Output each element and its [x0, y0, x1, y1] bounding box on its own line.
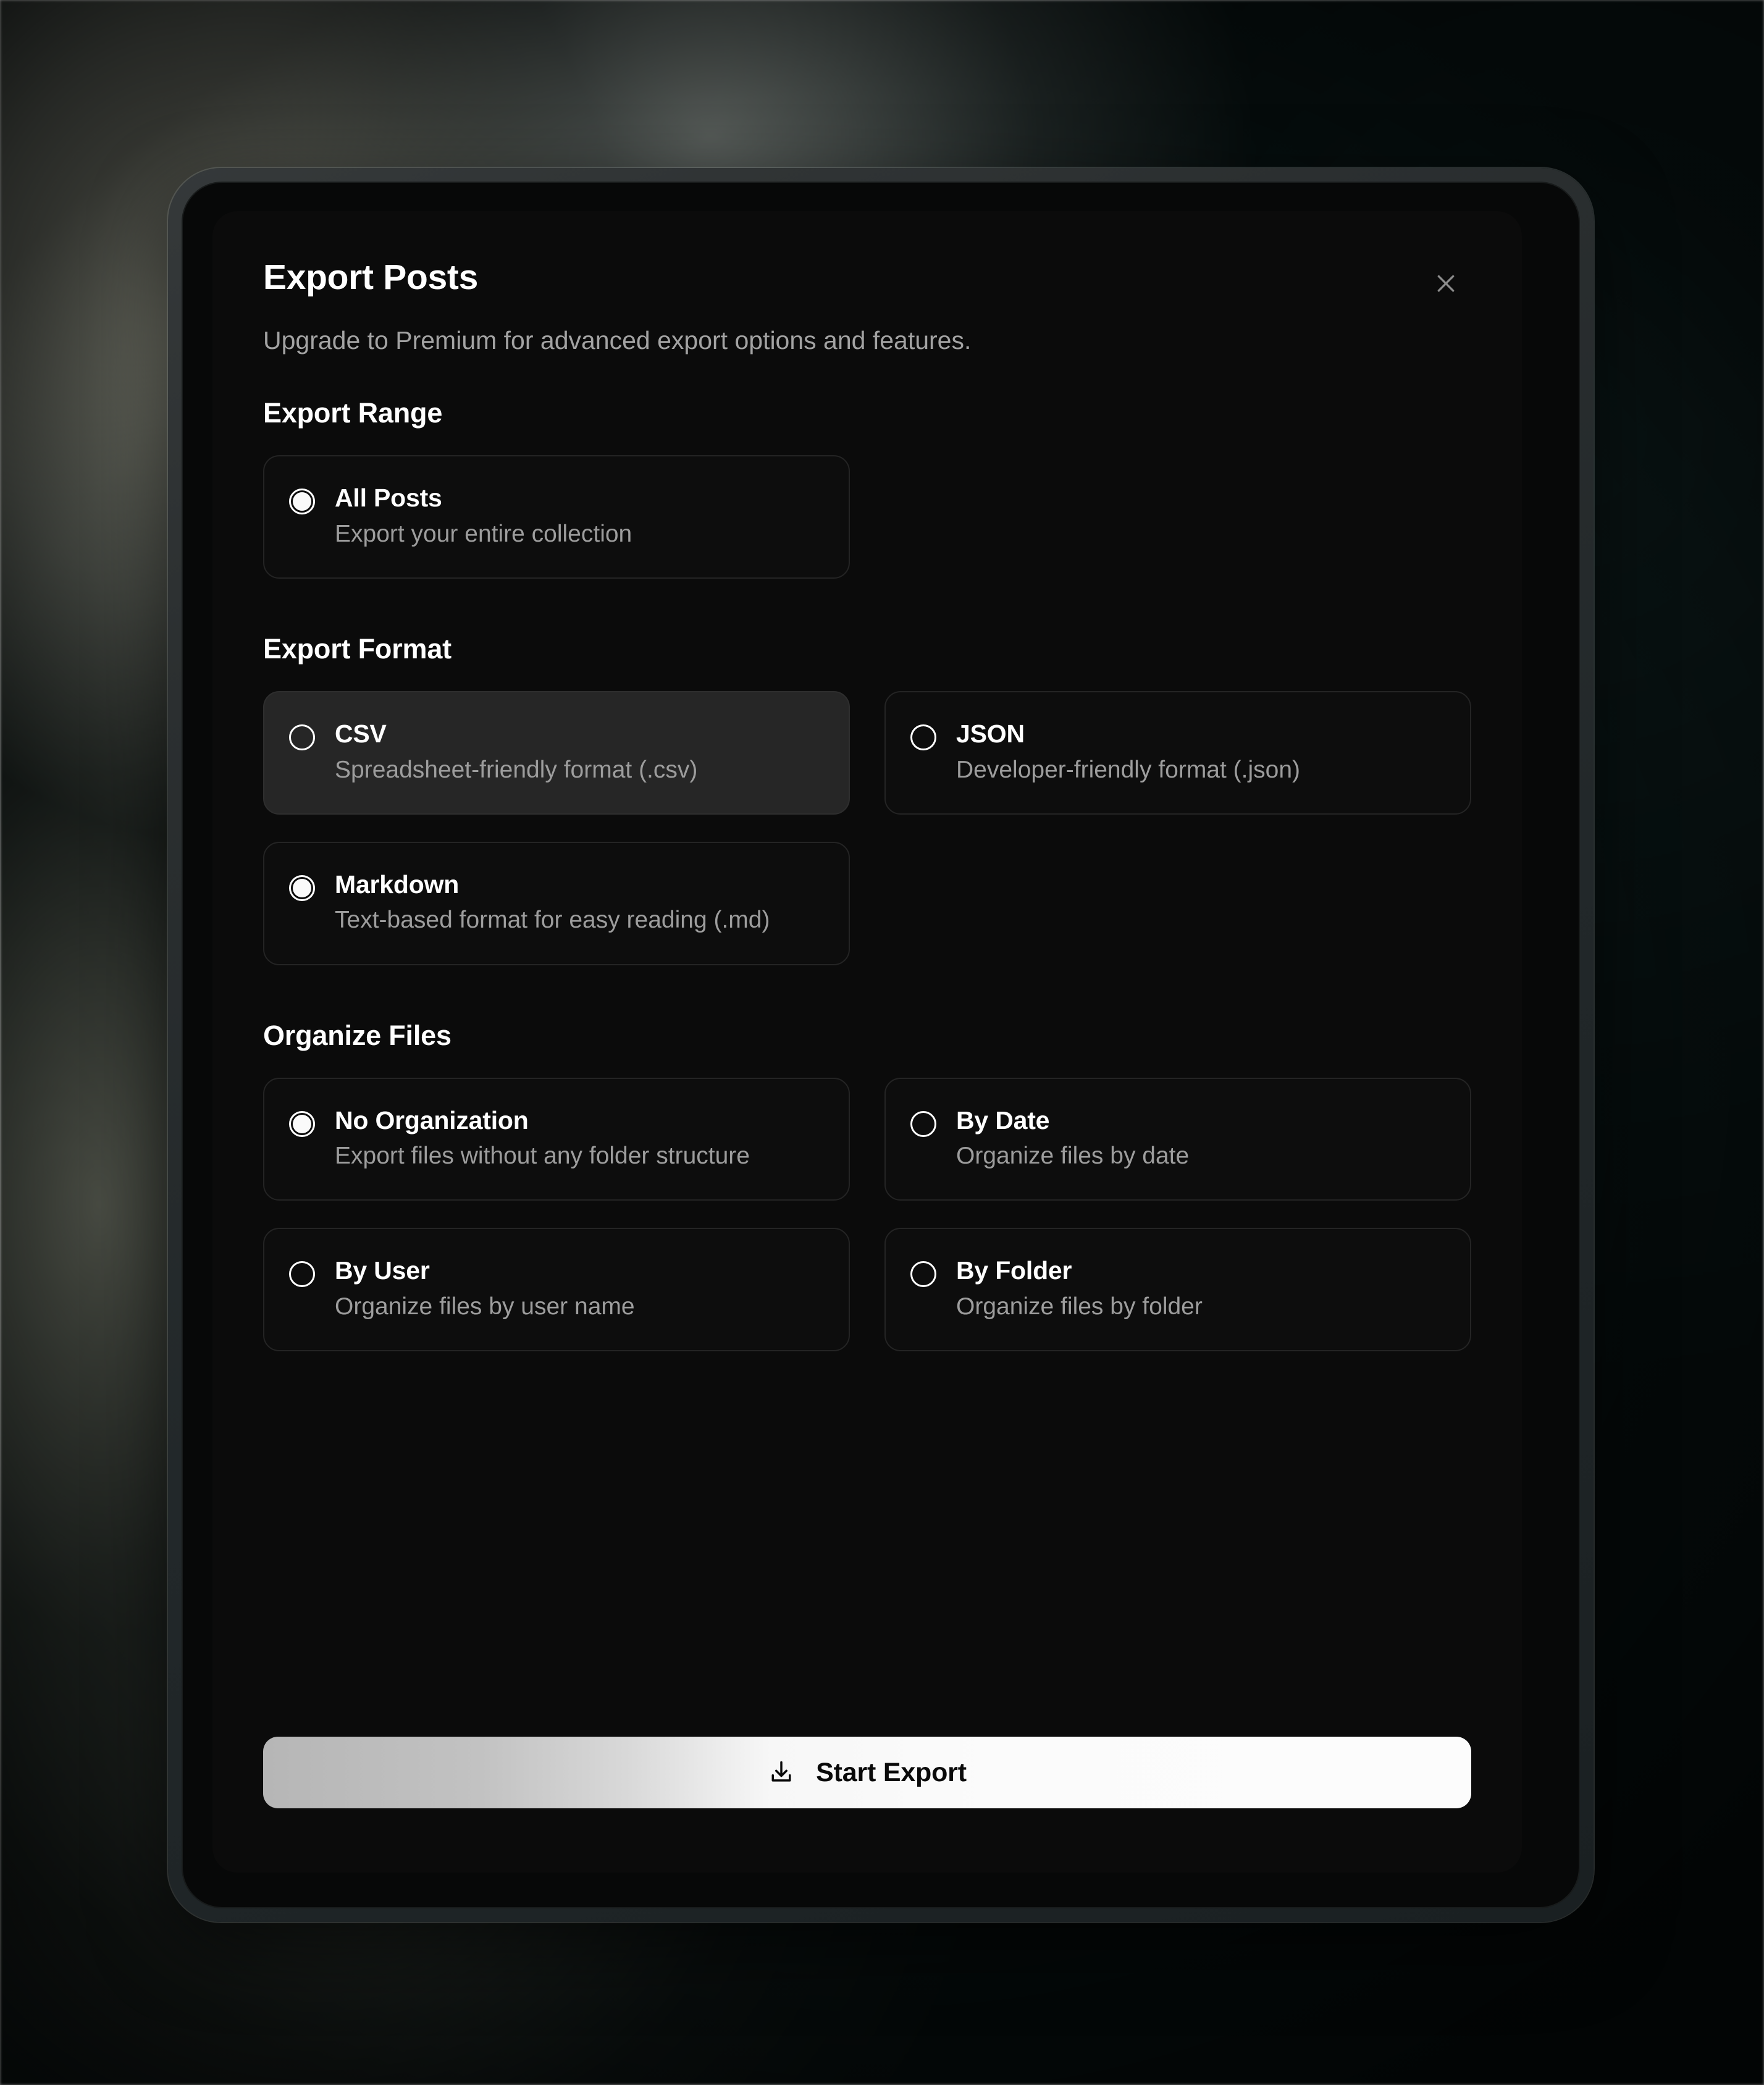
export-posts-dialog: Export Posts Upgrade to Premium for adva… [212, 211, 1522, 1873]
close-button[interactable] [1423, 261, 1469, 306]
option-text: CSV Spreadsheet-friendly format (.csv) [335, 719, 697, 786]
radio-markdown[interactable] [289, 875, 315, 901]
option-description: Organize files by date [956, 1143, 1190, 1170]
option-text: By Date Organize files by date [956, 1106, 1189, 1173]
section-heading-export-format: Export Format [263, 633, 452, 665]
radio-by-date[interactable] [910, 1110, 936, 1137]
start-export-label: Start Export [816, 1757, 967, 1787]
option-description: Export files without any folder structur… [335, 1143, 750, 1170]
option-label: By Folder [956, 1256, 1072, 1285]
option-text: By Folder Organize files by folder [956, 1256, 1203, 1323]
option-card-json[interactable]: JSON Developer-friendly format (.json) [884, 691, 1471, 815]
section-heading-organize-files: Organize Files [263, 1019, 452, 1051]
option-description: Organize files by user name [335, 1293, 635, 1320]
option-description: Text-based format for easy reading (.md) [335, 907, 770, 934]
option-label: By User [335, 1256, 430, 1285]
option-card-by-folder[interactable]: By Folder Organize files by folder [884, 1228, 1471, 1352]
tablet-device-frame: Export Posts Upgrade to Premium for adva… [168, 168, 1594, 1922]
close-icon [1434, 271, 1458, 296]
option-label: No Organization [335, 1105, 529, 1135]
section-heading-export-range: Export Range [263, 397, 443, 429]
page-title: Export Posts [263, 258, 478, 297]
option-card-by-date[interactable]: By Date Organize files by date [884, 1077, 1471, 1201]
option-text: Markdown Text-based format for easy read… [335, 870, 770, 937]
dialog-header: Export Posts [263, 259, 1471, 306]
option-description: Export your entire collection [335, 520, 632, 547]
option-card-csv[interactable]: CSV Spreadsheet-friendly format (.csv) [263, 691, 850, 815]
option-label: JSON [956, 719, 1025, 749]
option-text: No Organization Export files without any… [335, 1106, 750, 1173]
option-grid-export-format: CSV Spreadsheet-friendly format (.csv) J… [263, 691, 1471, 965]
radio-no-organization[interactable] [289, 1110, 315, 1137]
option-text: All Posts Export your entire collection [335, 484, 632, 550]
option-card-markdown[interactable]: Markdown Text-based format for easy read… [263, 841, 850, 965]
start-export-button[interactable]: Start Export [263, 1737, 1471, 1808]
option-description: Developer-friendly format (.json) [956, 756, 1301, 783]
option-grid-organize-files: No Organization Export files without any… [263, 1077, 1471, 1352]
option-label: By Date [956, 1105, 1050, 1135]
option-card-by-user[interactable]: By User Organize files by user name [263, 1228, 850, 1352]
radio-csv[interactable] [289, 724, 315, 751]
option-card-no-organization[interactable]: No Organization Export files without any… [263, 1077, 850, 1201]
option-grid-export-range: All Posts Export your entire collection [263, 455, 1471, 579]
download-icon [768, 1759, 795, 1786]
device-screen: Export Posts Upgrade to Premium for adva… [182, 182, 1580, 1908]
radio-by-user[interactable] [289, 1261, 315, 1288]
option-label: All Posts [335, 484, 442, 513]
radio-all-posts[interactable] [289, 489, 315, 515]
radio-by-folder[interactable] [910, 1261, 936, 1288]
option-card-all-posts[interactable]: All Posts Export your entire collection [263, 455, 850, 579]
option-description: Organize files by folder [956, 1293, 1203, 1320]
radio-json[interactable] [910, 724, 936, 751]
option-description: Spreadsheet-friendly format (.csv) [335, 756, 698, 783]
option-label: CSV [335, 719, 387, 749]
option-text: By User Organize files by user name [335, 1256, 635, 1323]
dialog-subtitle: Upgrade to Premium for advanced export o… [263, 326, 972, 354]
option-text: JSON Developer-friendly format (.json) [956, 719, 1300, 786]
option-label: Markdown [335, 870, 460, 899]
